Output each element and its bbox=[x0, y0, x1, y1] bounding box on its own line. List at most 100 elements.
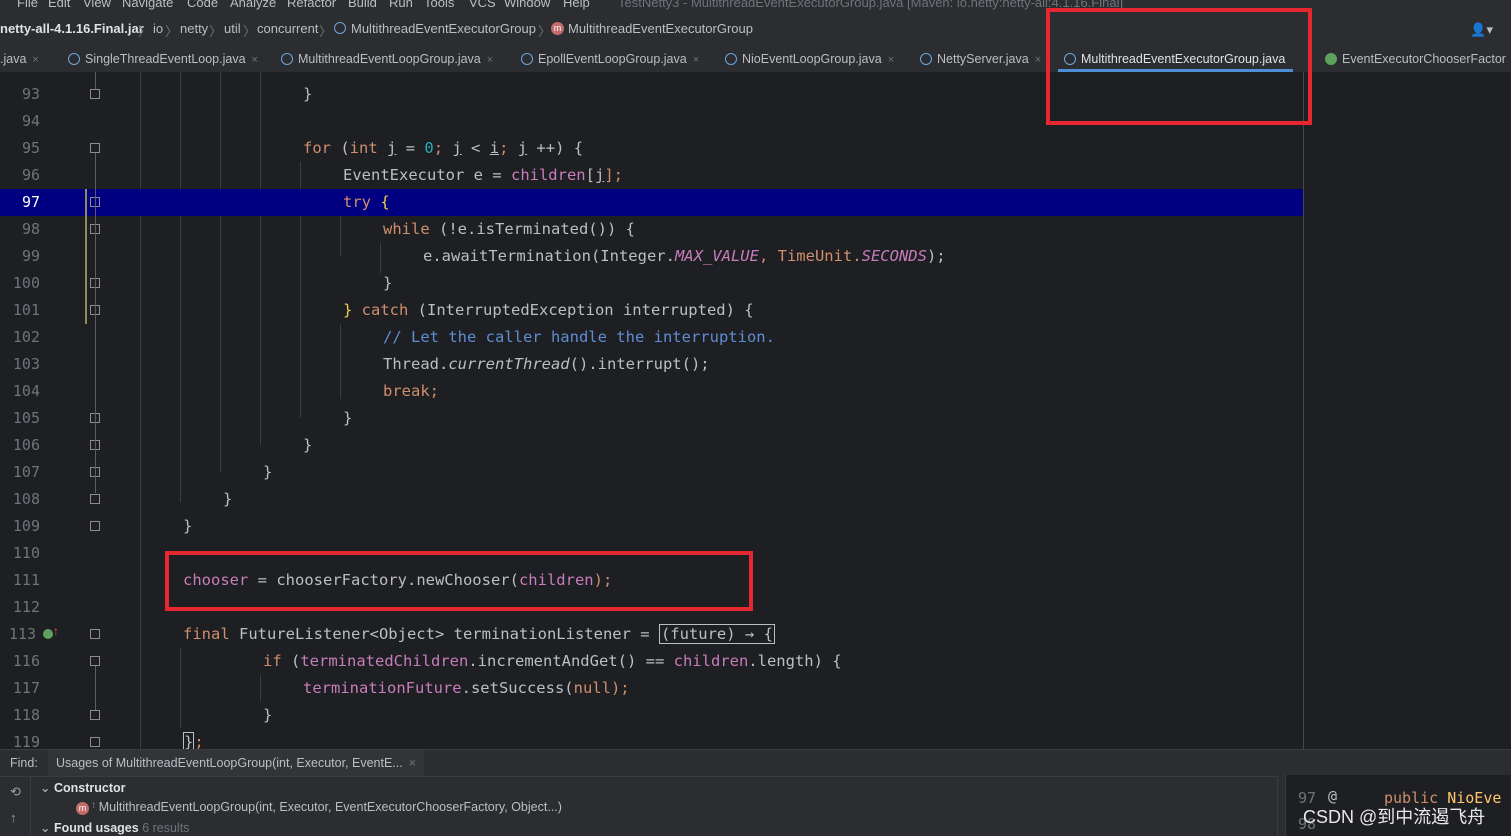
chevron-down-icon[interactable]: ⌄ bbox=[40, 821, 50, 835]
tab-event-executor-chooser-factory[interactable]: EventExecutorChooserFactor bbox=[1325, 46, 1506, 72]
code-line-119[interactable]: 119 }; bbox=[0, 729, 1303, 749]
tab-netty-server[interactable]: NettyServer.java × bbox=[920, 46, 1041, 72]
line-number: 116 bbox=[12, 652, 40, 670]
code-line-99[interactable]: 99 e.awaitTermination(Integer.MAX_VALUE,… bbox=[0, 243, 1303, 270]
close-icon[interactable]: × bbox=[693, 54, 699, 66]
code-text: } bbox=[263, 706, 273, 724]
code-line-106[interactable]: 106 } bbox=[0, 432, 1303, 459]
line-number: 108 bbox=[12, 490, 40, 508]
tree-node-found-usages[interactable]: ⌄ Found usages 6 results bbox=[40, 820, 189, 835]
line-number: 101 bbox=[12, 301, 40, 319]
breadcrumb-util[interactable]: util bbox=[224, 21, 241, 36]
class-icon bbox=[68, 53, 80, 65]
breadcrumb-netty[interactable]: netty bbox=[180, 21, 208, 36]
menu-vcs[interactable]: VCS bbox=[469, 0, 496, 10]
close-icon[interactable]: × bbox=[1035, 54, 1041, 66]
menu-view[interactable]: View bbox=[83, 0, 111, 10]
breadcrumb-io[interactable]: io bbox=[153, 21, 163, 36]
menu-analyze[interactable]: Analyze bbox=[230, 0, 276, 10]
line-number: 102 bbox=[12, 328, 40, 346]
line-number: 112 bbox=[12, 598, 40, 616]
code-text: final FutureListener<Object> termination… bbox=[183, 624, 775, 644]
line-number: 104 bbox=[12, 382, 40, 400]
menu-tools[interactable]: Tools bbox=[424, 0, 454, 10]
code-line-109[interactable]: 109 } bbox=[0, 513, 1303, 540]
code-editor[interactable]: 93 } 94 95 for (int j = 0; j < i; j ++) … bbox=[0, 72, 1511, 749]
menu-file[interactable]: File bbox=[17, 0, 38, 10]
find-header: Find: Usages of MultithreadEventLoopGrou… bbox=[0, 750, 1511, 777]
code-line-96[interactable]: 96 EventExecutor e = children[j]; bbox=[0, 162, 1303, 189]
chevron-down-icon[interactable]: ⌄ bbox=[40, 781, 50, 795]
tree-node-constructor[interactable]: ⌄ Constructor bbox=[40, 780, 126, 795]
user-icon[interactable]: 👤▾ bbox=[1470, 22, 1493, 38]
code-line-97-current[interactable]: 97 try { bbox=[0, 189, 1303, 216]
code-line-113[interactable]: 113 final FutureListener<Object> termina… bbox=[0, 621, 1303, 648]
tab-multithread-event-loop-group[interactable]: MultithreadEventLoopGroup.java × bbox=[281, 46, 493, 72]
line-number: 107 bbox=[12, 463, 40, 481]
code-text: for (int j = 0; j < i; j ++) { bbox=[303, 139, 584, 157]
visibility-icon: ᵗ bbox=[92, 800, 96, 814]
code-line-107[interactable]: 107 } bbox=[0, 459, 1303, 486]
code-line-117[interactable]: 117 terminationFuture.setSuccess(null); bbox=[0, 675, 1303, 702]
line-number: 111 bbox=[12, 571, 40, 589]
line-number: 98 bbox=[21, 220, 40, 238]
code-line-101[interactable]: 101 } catch (InterruptedException interr… bbox=[0, 297, 1303, 324]
fold-line bbox=[95, 666, 96, 710]
code-line-102[interactable]: 102 // Let the caller handle the interru… bbox=[0, 324, 1303, 351]
menu-run[interactable]: Run bbox=[389, 0, 413, 10]
code-line-116[interactable]: 116 if (terminatedChildren.incrementAndG… bbox=[0, 648, 1303, 675]
tree-node-method[interactable]: m ᵗ MultithreadEventLoopGroup(int, Execu… bbox=[76, 800, 562, 815]
find-tool-window: Find: Usages of MultithreadEventLoopGrou… bbox=[0, 749, 1511, 836]
menu-refactor[interactable]: Refactor bbox=[287, 0, 336, 10]
fold-end-icon[interactable] bbox=[90, 710, 100, 720]
close-icon[interactable]: × bbox=[252, 54, 258, 66]
fold-start-icon[interactable] bbox=[90, 656, 100, 666]
menu-window[interactable]: Window bbox=[504, 0, 550, 10]
fold-end-icon[interactable] bbox=[90, 494, 100, 504]
fold-line bbox=[95, 72, 96, 89]
code-text: } bbox=[343, 409, 353, 427]
code-line-103[interactable]: 103 Thread.currentThread().interrupt(); bbox=[0, 351, 1303, 378]
tab-epoll-event-loop-group[interactable]: EpollEventLoopGroup.java × bbox=[521, 46, 699, 72]
menu-edit[interactable]: Edit bbox=[48, 0, 70, 10]
class-icon bbox=[920, 53, 932, 65]
menu-navigate[interactable]: Navigate bbox=[122, 0, 173, 10]
code-line-95[interactable]: 95 for (int j = 0; j < i; j ++) { bbox=[0, 135, 1303, 162]
menu-code[interactable]: Code bbox=[187, 0, 218, 10]
code-line-100[interactable]: 100 } bbox=[0, 270, 1303, 297]
code-line-105[interactable]: 105 } bbox=[0, 405, 1303, 432]
breadcrumb-jar[interactable]: netty-all-4.1.16.Final.jar bbox=[0, 21, 144, 36]
fold-line bbox=[95, 153, 96, 493]
vcs-change-marker[interactable] bbox=[85, 189, 87, 324]
tab-nio-event-loop-group[interactable]: NioEventLoopGroup.java × bbox=[725, 46, 894, 72]
close-icon[interactable]: × bbox=[409, 756, 416, 770]
breadcrumb-concurrent[interactable]: concurrent bbox=[257, 21, 318, 36]
fold-end-icon[interactable] bbox=[90, 89, 100, 99]
tab-java[interactable]: .java × bbox=[0, 46, 39, 72]
fold-end-icon[interactable] bbox=[90, 521, 100, 531]
fold-start-icon[interactable] bbox=[90, 143, 100, 153]
rerun-icon[interactable]: ⟲ bbox=[10, 784, 21, 800]
menu-help[interactable]: Help bbox=[563, 0, 590, 10]
fold-expand-icon[interactable] bbox=[90, 737, 100, 747]
code-line-104[interactable]: 104 break; bbox=[0, 378, 1303, 405]
find-tab-usages[interactable]: Usages of MultithreadEventLoopGroup(int,… bbox=[48, 750, 425, 776]
fold-expand-icon[interactable] bbox=[90, 629, 100, 639]
close-icon[interactable]: × bbox=[888, 54, 894, 66]
menu-build[interactable]: Build bbox=[348, 0, 377, 10]
divider bbox=[30, 776, 31, 836]
code-line-108[interactable]: 108 } bbox=[0, 486, 1303, 513]
breadcrumb-class[interactable]: MultithreadEventExecutorGroup bbox=[351, 21, 536, 36]
close-icon[interactable]: × bbox=[32, 54, 38, 66]
breadcrumb-separator: 〉 bbox=[319, 24, 333, 39]
implemented-icon[interactable] bbox=[43, 629, 53, 639]
tab-single-thread-event-loop[interactable]: SingleThreadEventLoop.java × bbox=[68, 46, 258, 72]
code-line-118[interactable]: 118 } bbox=[0, 702, 1303, 729]
arrow-up-icon[interactable]: ↑ bbox=[10, 810, 17, 825]
close-icon[interactable]: × bbox=[487, 54, 493, 66]
code-text: } catch (InterruptedException interrupte… bbox=[343, 301, 754, 319]
right-margin-guide bbox=[1303, 72, 1304, 749]
breadcrumb-member[interactable]: MultithreadEventExecutorGroup bbox=[568, 21, 753, 36]
code-line-98[interactable]: 98 while (!e.isTerminated()) { bbox=[0, 216, 1303, 243]
line-number: 94 bbox=[21, 112, 40, 130]
